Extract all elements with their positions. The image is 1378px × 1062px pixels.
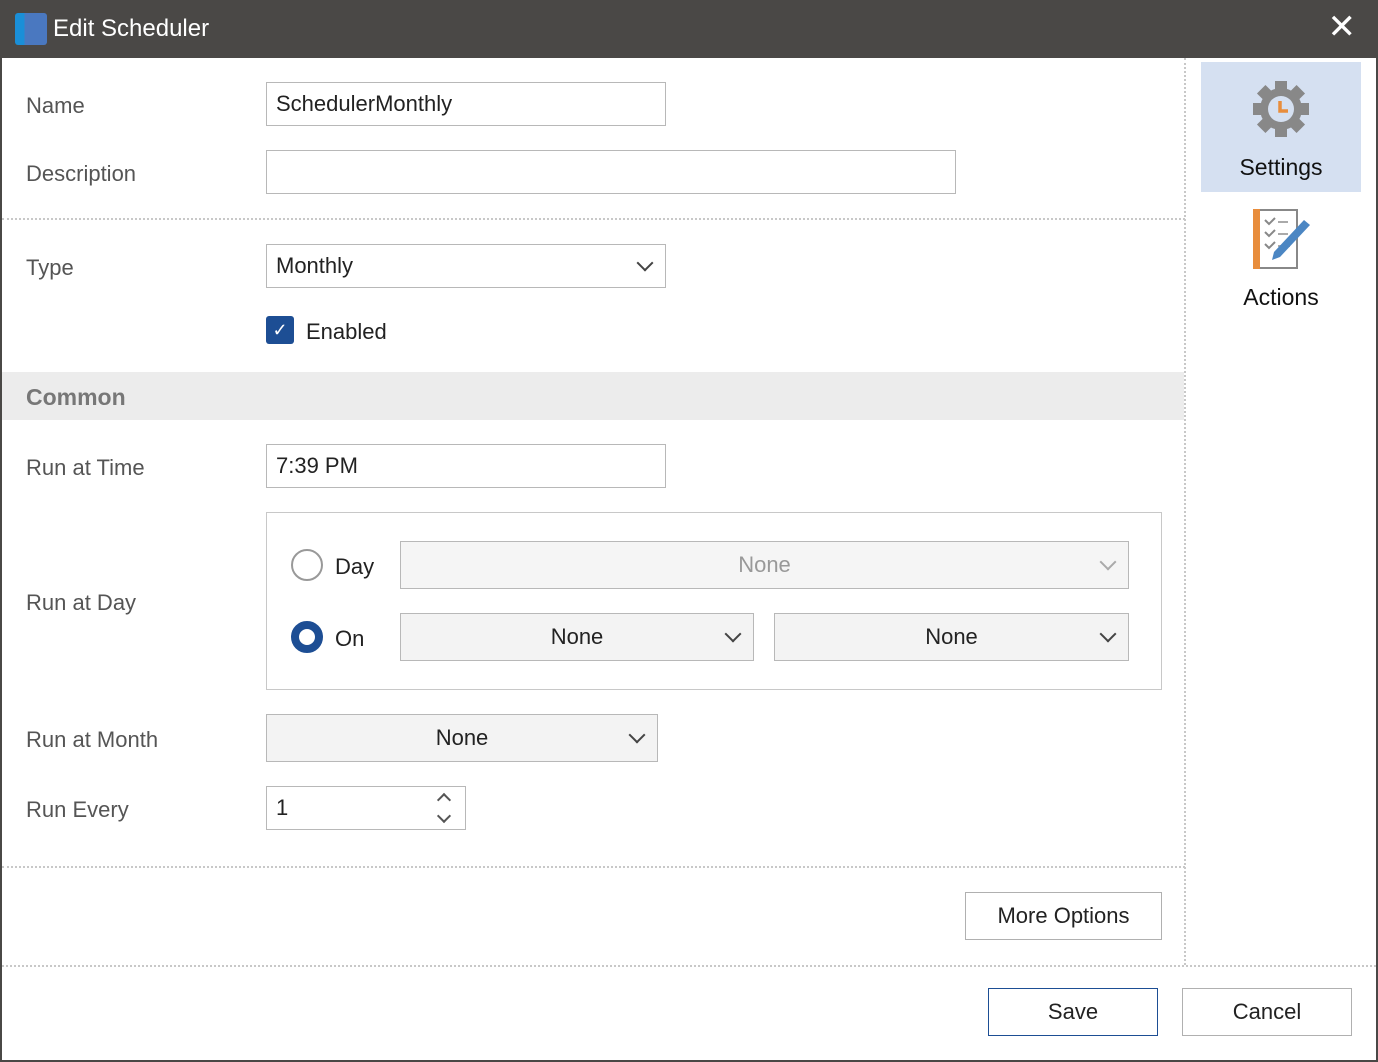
description-label: Description [26,161,137,186]
footer-divider [2,965,1376,967]
enabled-label: Enabled [306,319,387,344]
chevron-down-icon [636,254,654,272]
section-common-title: Common [26,384,126,410]
spin-down-icon[interactable] [436,808,452,824]
day-select-value: None [738,552,791,577]
save-button[interactable]: Save [988,988,1158,1036]
chevron-down-icon [1099,553,1117,571]
run-at-day-label: Run at Day [26,590,137,615]
run-at-time-label: Run at Time [26,455,145,480]
sidebar-item-settings[interactable]: Settings [1201,62,1361,192]
enabled-checkbox[interactable]: ✓ [266,316,294,344]
on-ordinal-select[interactable]: None [400,613,754,661]
day-radio-label: Day [335,554,375,579]
description-input[interactable] [266,150,956,194]
type-select[interactable]: Monthly [266,244,666,288]
day-select: None [400,541,1129,589]
run-every-label: Run Every [26,797,129,822]
spin-up-icon[interactable] [436,792,452,808]
name-label: Name [26,93,85,118]
on-weekday-value: None [925,624,978,649]
run-at-month-value: None [435,725,489,750]
name-input[interactable]: SchedulerMonthly [266,82,666,126]
type-label: Type [26,255,74,280]
divider [2,866,1185,868]
day-radio[interactable] [291,549,323,581]
on-radio-label: On [335,626,365,651]
run-every-spinner[interactable]: 1 [266,786,466,830]
run-at-month-select[interactable]: None [266,714,658,762]
app-logo-icon [15,13,47,45]
run-every-value: 1 [276,795,289,820]
run-at-month-label: Run at Month [26,727,159,752]
more-options-button[interactable]: More Options [965,892,1162,940]
run-at-day-group [266,512,1162,690]
gear-clock-icon [1253,81,1309,137]
on-weekday-select[interactable]: None [774,613,1129,661]
cancel-button[interactable]: Cancel [1182,988,1352,1036]
section-header: Common [2,372,1184,420]
on-ordinal-value: None [550,624,604,649]
type-value: Monthly [276,253,354,278]
window-title: Edit Scheduler [53,15,210,42]
title-bar: Edit Scheduler ✕ [0,0,1378,58]
sidebar-item-label: Actions [1243,284,1319,310]
divider [2,218,1185,220]
run-at-time-input[interactable]: 7:39 PM [266,444,666,488]
on-radio[interactable] [291,621,323,653]
chevron-down-icon [628,726,646,744]
checklist-pencil-icon [1253,209,1310,269]
sidebar-divider [1184,58,1186,965]
chevron-down-icon [724,625,742,643]
sidebar-item-actions[interactable]: Actions [1201,200,1361,320]
close-icon[interactable]: ✕ [1328,10,1357,44]
chevron-down-icon [1099,625,1117,643]
sidebar-item-label: Settings [1239,154,1323,180]
